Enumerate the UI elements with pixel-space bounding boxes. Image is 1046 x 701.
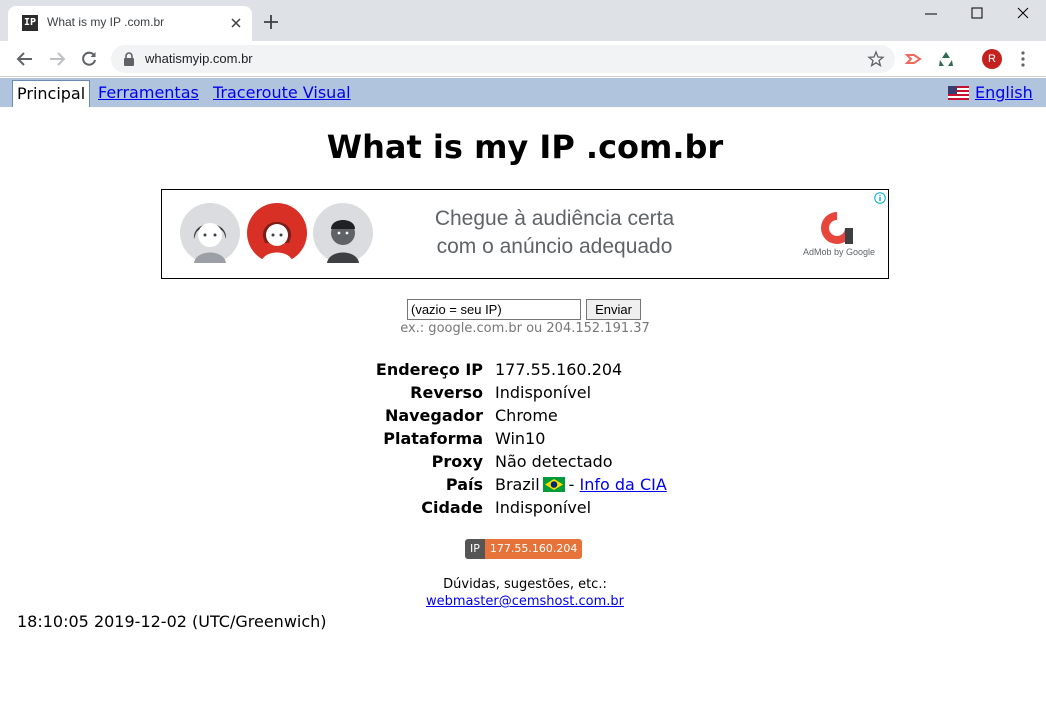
ip-badge-label: IP	[465, 539, 485, 559]
ip-badge-value: 177.55.160.204	[484, 539, 583, 559]
country-separator: -	[568, 475, 575, 494]
info-value-country: Brazil - Info da CIA	[495, 475, 667, 494]
info-label: Navegador	[384, 406, 483, 425]
info-row-browser: Navegador Chrome	[0, 406, 1046, 429]
info-row-reverse: Reverso Indisponível	[0, 383, 1046, 406]
back-arrow-icon[interactable]	[16, 50, 34, 68]
maximize-icon[interactable]	[967, 6, 987, 22]
info-label: Plataforma	[383, 429, 483, 448]
window-close-icon[interactable]	[1013, 6, 1033, 22]
ad-banner[interactable]: Chegue à audiência certa com o anúncio a…	[161, 189, 889, 279]
lock-icon[interactable]	[123, 52, 135, 66]
page-title: What is my IP .com.br	[326, 128, 724, 166]
site-favicon-icon: IP	[22, 15, 38, 31]
tab-title: What is my IP .com.br	[47, 15, 165, 29]
send-button[interactable]: Enviar	[586, 299, 641, 320]
forward-arrow-icon[interactable]	[48, 50, 66, 68]
admob-brand-text: AdMob by Google	[803, 247, 876, 257]
info-row-proxy: Proxy Não detectado	[0, 452, 1046, 475]
contact-email-link[interactable]: webmaster@cemshost.com.br	[426, 594, 624, 609]
info-label: Reverso	[410, 383, 483, 402]
extension-recycle-icon[interactable]	[937, 50, 955, 68]
extension-cast-icon[interactable]	[905, 50, 923, 68]
ip-badge: IP 177.55.160.204	[465, 539, 583, 559]
brazil-flag-icon	[542, 477, 565, 492]
country-name: Brazil	[495, 475, 540, 494]
info-label: País	[445, 475, 483, 494]
menu-kebab-icon[interactable]	[1017, 50, 1029, 68]
ip-query-input[interactable]	[407, 299, 581, 320]
english-language-link[interactable]: English	[975, 83, 1033, 102]
info-row-city: Cidade Indisponível	[0, 498, 1046, 521]
tab-ferramentas[interactable]: Ferramentas	[98, 83, 199, 102]
server-timestamp: 18:10:05 2019-12-02 (UTC/Greenwich)	[17, 612, 327, 631]
minimize-icon[interactable]	[921, 6, 941, 22]
info-value: Indisponível	[495, 498, 592, 517]
info-value: Não detectado	[495, 452, 613, 471]
ad-woman-avatar-icon	[180, 203, 240, 263]
ad-headline-line2: com o anúncio adequado	[436, 235, 673, 258]
contact-text: Dúvidas, sugestões, etc.:	[443, 577, 607, 592]
admob-logo-icon	[821, 212, 853, 244]
address-bar[interactable]: whatismyip.com.br	[111, 45, 895, 73]
tab-close-icon[interactable]	[228, 15, 244, 31]
browser-toolbar: whatismyip.com.br R	[0, 41, 1046, 77]
query-example-hint: ex.: google.com.br ou 204.152.191.37	[400, 321, 650, 336]
info-row-ip: Endereço IP 177.55.160.204	[0, 360, 1046, 383]
tab-principal[interactable]: Principal	[12, 80, 91, 107]
info-value: Win10	[495, 429, 546, 448]
profile-avatar[interactable]: R	[982, 49, 1002, 69]
ad-man-avatar-icon	[313, 203, 373, 263]
cia-info-link[interactable]: Info da CIA	[580, 475, 667, 494]
bookmark-star-icon[interactable]	[867, 50, 885, 68]
info-label: Endereço IP	[375, 360, 483, 379]
us-flag-icon[interactable]	[948, 86, 969, 100]
browser-tabstrip: IP What is my IP .com.br	[0, 0, 1046, 41]
new-tab-icon[interactable]	[262, 13, 280, 31]
browser-tab[interactable]: IP What is my IP .com.br	[8, 6, 252, 41]
info-label: Cidade	[421, 498, 483, 517]
info-row-platform: Plataforma Win10	[0, 429, 1046, 452]
site-nav-bar: Principal Ferramentas Traceroute Visual …	[0, 78, 1046, 107]
reload-icon[interactable]	[80, 50, 98, 68]
info-value: 177.55.160.204	[495, 360, 623, 379]
contact-email-row: webmaster@cemshost.com.br	[0, 594, 1046, 609]
ad-girl-avatar-icon	[247, 203, 307, 263]
info-value: Indisponível	[495, 383, 592, 402]
ad-info-icon[interactable]	[874, 192, 886, 204]
url-text: whatismyip.com.br	[145, 51, 253, 66]
ad-headline-line1: Chegue à audiência certa	[434, 207, 675, 230]
info-label: Proxy	[431, 452, 483, 471]
tab-traceroute-visual[interactable]: Traceroute Visual	[213, 83, 351, 102]
info-value: Chrome	[495, 406, 558, 425]
info-row-country: País Brazil - Info da CIA	[0, 475, 1046, 498]
